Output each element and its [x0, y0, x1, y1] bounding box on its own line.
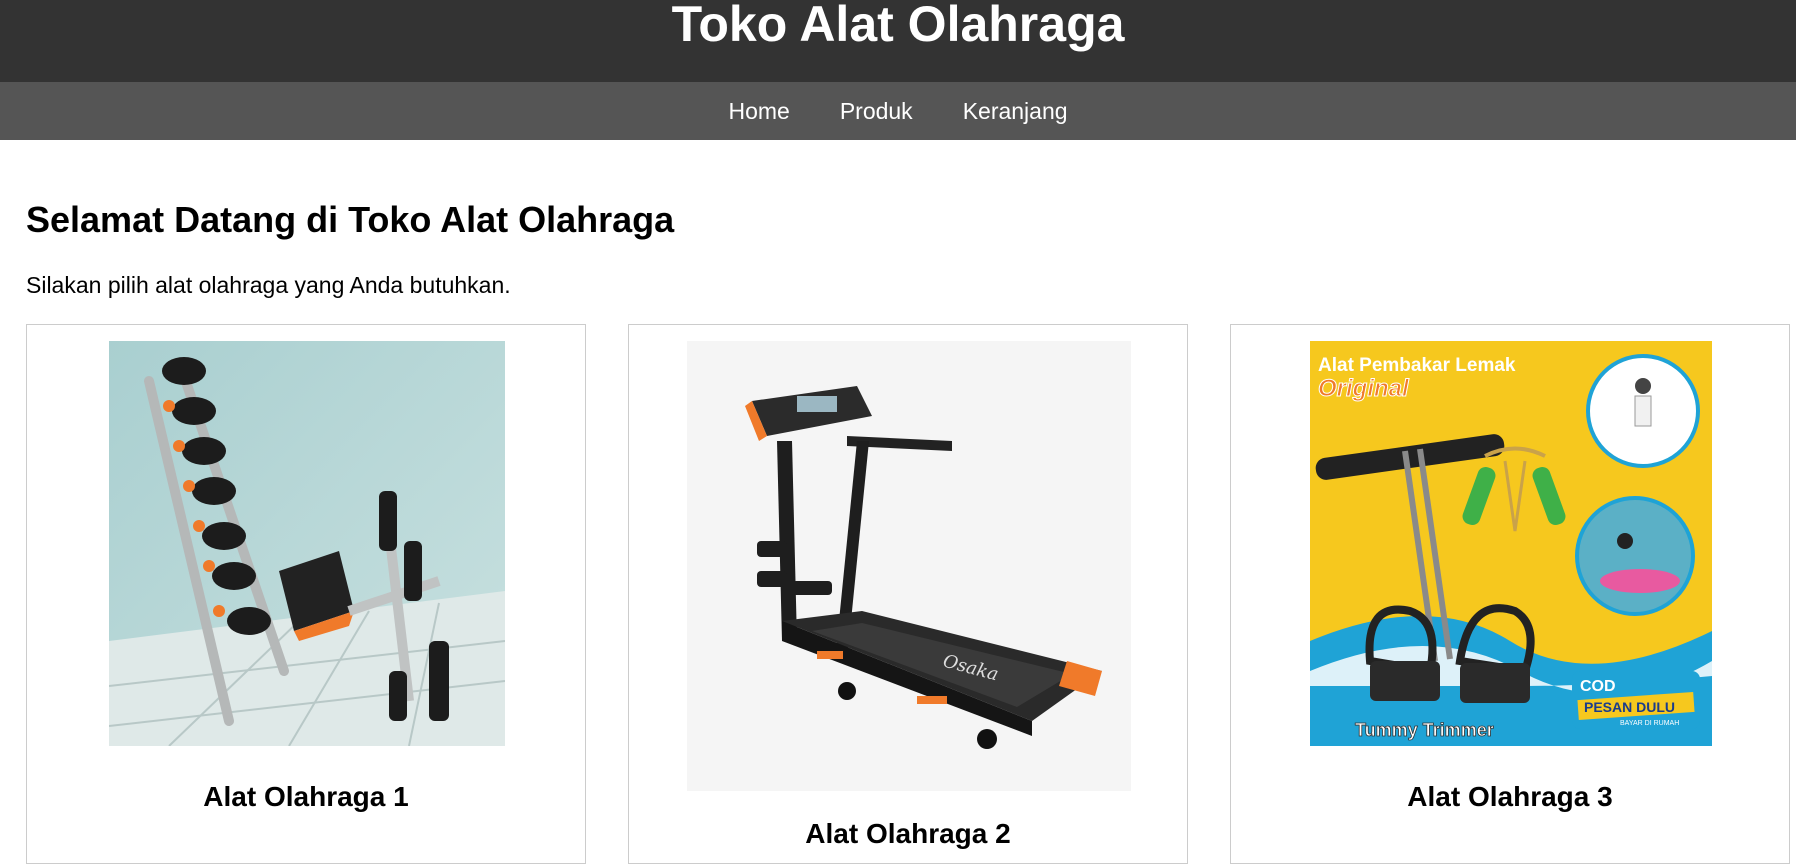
- welcome-heading: Selamat Datang di Toko Alat Olahraga: [26, 199, 675, 240]
- product-name-1: Alat Olahraga 1: [203, 781, 409, 812]
- nav-home-link[interactable]: Home: [728, 82, 789, 140]
- promo-badge-main: PESAN DULU: [1584, 699, 1675, 715]
- product-image-3[interactable]: Alat Pembakar Lemak Original COD PESAN D…: [1310, 341, 1712, 746]
- promo-footer: Tummy Trimmer: [1355, 720, 1494, 740]
- main-nav: Home Produk Keranjang: [0, 82, 1796, 140]
- product-card-3[interactable]: Alat Pembakar Lemak Original COD PESAN D…: [1230, 324, 1790, 864]
- product-image-1[interactable]: [109, 341, 505, 746]
- product-card-1[interactable]: Alat Olahraga 1: [26, 324, 586, 864]
- promo-badge-top: COD: [1580, 678, 1616, 695]
- promo-headline: Alat Pembakar Lemak: [1318, 355, 1516, 376]
- promo-sub: Original: [1318, 375, 1410, 402]
- site-title: Toko Alat Olahraga: [671, 0, 1125, 52]
- product-image-2[interactable]: Osaka: [687, 341, 1131, 791]
- product-name-2: Alat Olahraga 2: [805, 818, 1011, 849]
- promo-badge-sub: BAYAR DI RUMAH: [1620, 720, 1679, 727]
- intro-text: Silakan pilih alat olahraga yang Anda bu…: [26, 272, 511, 298]
- nav-produk-link[interactable]: Produk: [840, 82, 913, 140]
- site-header: Toko Alat Olahraga: [0, 0, 1796, 82]
- product-card-2[interactable]: Osaka Alat Olahraga 2: [628, 324, 1188, 864]
- product-name-3: Alat Olahraga 3: [1407, 781, 1613, 812]
- nav-keranjang-link[interactable]: Keranjang: [963, 82, 1068, 140]
